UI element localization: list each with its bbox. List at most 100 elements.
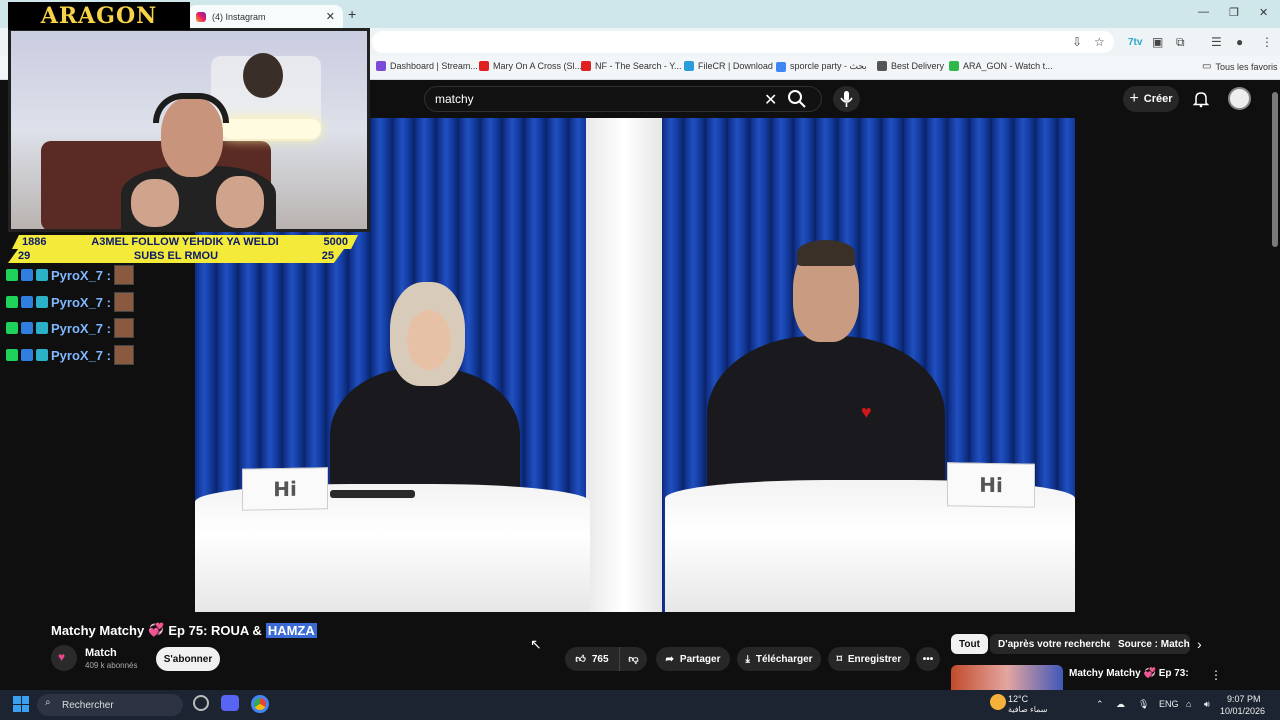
chip-source-match[interactable]: Source : Match (1110, 634, 1190, 654)
phone-on-table (330, 490, 415, 498)
subscribe-button[interactable]: S'abonner (156, 647, 220, 671)
extension-7tv-icon[interactable]: 7tv (1128, 37, 1142, 48)
share-icon: ➦ (665, 653, 674, 665)
save-button[interactable]: ⌑ Enregistrer (828, 647, 910, 671)
create-button[interactable]: + Créer (1123, 86, 1179, 112)
emote-icon (113, 318, 134, 338)
dislike-button[interactable]: 👎︎ (619, 647, 647, 671)
account-avatar[interactable] (1228, 87, 1251, 110)
chat-username: PyroX_7 : (51, 320, 111, 336)
more-actions-button[interactable]: ••• (916, 647, 940, 671)
streamer-hand-right (216, 176, 264, 228)
cloud-icon[interactable]: ☁ (1116, 699, 1125, 710)
channel-avatar[interactable]: ♥ (51, 645, 77, 671)
channel-name[interactable]: Match (85, 647, 117, 659)
browser-menu-icon[interactable]: ⋮ (1261, 35, 1273, 49)
profile-icon[interactable]: ● (1236, 35, 1243, 49)
recommended-title[interactable]: Matchy Matchy 💞 Ep 73: (1069, 668, 1189, 679)
new-tab-button[interactable]: + (348, 6, 356, 22)
bell-icon (1192, 92, 1210, 108)
emote-icon (113, 292, 134, 312)
bookmark-item[interactable]: ARA_GON - Watch t... (949, 61, 1053, 71)
bookmark-label: Best Delivery (891, 61, 945, 71)
bookmark-item[interactable]: sporcle party - بحث (776, 61, 867, 72)
taskbar-search[interactable]: ⌕ Rechercher (37, 694, 183, 716)
channel-heart-icon: ♥ (58, 650, 66, 664)
taskview-icon[interactable] (193, 695, 209, 711)
more-horizontal-icon: ••• (922, 653, 934, 665)
network-icon[interactable]: ⌂ (1186, 699, 1191, 709)
recommended-menu-icon[interactable]: ⋮ (1210, 668, 1222, 682)
chat-username: PyroX_7 : (51, 294, 111, 310)
bookmark-favicon-icon (581, 61, 591, 71)
media-controls-icon[interactable]: ☰ (1211, 35, 1222, 49)
bookmark-star-icon[interactable]: ☆ (1094, 35, 1105, 49)
streamer-hand-left (131, 179, 179, 227)
sub-badge-icon (36, 269, 48, 281)
like-count: 765 (591, 653, 609, 665)
kick-badge-icon (6, 349, 18, 361)
instagram-icon (196, 11, 206, 22)
close-window-icon[interactable]: ✕ (1259, 6, 1268, 19)
bookmark-label: sporcle party - بحث (790, 61, 867, 71)
search-input[interactable]: matchy (424, 86, 822, 112)
volume-icon[interactable]: 🔊︎ (1204, 699, 1210, 710)
follow-goal-current: 1886 (22, 236, 47, 248)
bookmark-item[interactable]: Best Delivery (877, 61, 944, 71)
recommended-title-text: Matchy Matchy 💞 Ep 73: (1069, 668, 1189, 679)
prime-badge-icon (21, 269, 33, 281)
plus-icon: + (1129, 90, 1139, 107)
create-label: Créer (1143, 93, 1173, 105)
search-button[interactable] (786, 88, 818, 110)
prime-badge-icon (21, 349, 33, 361)
bookmark-label: Dashboard | Stream... (390, 61, 478, 71)
chip-related-search[interactable]: D'après votre recherche (990, 634, 1121, 654)
sub-badge-icon (36, 296, 48, 308)
clock-date[interactable]: 10/01/2026 (1220, 706, 1265, 716)
folder-icon: ▭ (1202, 61, 1212, 72)
voice-search-button[interactable] (833, 86, 860, 112)
thumbs-up-icon: 👍︎ (575, 654, 586, 665)
bookmark-item[interactable]: Dashboard | Stream... (376, 61, 478, 71)
address-bar[interactable] (372, 31, 1114, 53)
browser-tab-instagram[interactable]: (4) Instagram ✕ (188, 5, 343, 28)
download-icon: ⤓ (745, 653, 750, 665)
mouse-cursor-icon: ↖ (530, 636, 542, 652)
chips-next-icon[interactable]: › (1197, 636, 1202, 652)
clock-time[interactable]: 9:07 PM (1227, 694, 1261, 704)
tab-close-icon[interactable]: ✕ (326, 10, 335, 23)
restore-icon[interactable]: ❐ (1229, 6, 1239, 19)
prime-badge-icon (21, 296, 33, 308)
scrollbar-thumb[interactable] (1272, 92, 1278, 247)
mic-tray-icon[interactable]: 🎙︎ (1138, 699, 1149, 710)
chat-username: PyroX_7 : (51, 347, 111, 363)
thumbs-down-icon: 👎︎ (628, 654, 639, 665)
subs-goal-current: 29 (18, 250, 31, 262)
logo-text: ARAGON (40, 3, 158, 29)
weather-temp: 12°C (1008, 694, 1029, 704)
extension-square-icon[interactable]: ▣ (1152, 35, 1163, 49)
share-button[interactable]: ➦ Partager (656, 647, 730, 671)
chrome-icon[interactable] (251, 695, 269, 713)
poster-head (243, 53, 283, 98)
discord-icon[interactable] (221, 695, 239, 711)
bookmark-item[interactable]: Mary On A Cross (Sl... (479, 61, 582, 71)
notifications-button[interactable] (1192, 90, 1210, 113)
minimize-icon[interactable]: — (1198, 6, 1209, 18)
install-app-icon[interactable]: ⇩ (1072, 35, 1082, 49)
recommended-thumbnail[interactable] (951, 665, 1063, 691)
bookmark-item[interactable]: FileCR | Download (684, 61, 773, 71)
heart-logo-icon: ♥ (861, 402, 872, 422)
download-button[interactable]: ⤓ Télécharger (737, 647, 821, 671)
tray-overflow-icon[interactable]: ⌃ (1096, 699, 1104, 710)
extensions-puzzle-icon[interactable]: ⧉ (1176, 35, 1185, 50)
language-indicator[interactable]: ENG (1159, 699, 1179, 709)
like-button[interactable]: 👍︎ 765 (565, 647, 619, 671)
windows-start-icon[interactable] (13, 696, 29, 712)
chip-all[interactable]: Tout (951, 634, 988, 654)
search-icon (788, 90, 806, 108)
bookmark-item[interactable]: NF - The Search - Y... (581, 61, 682, 71)
video-title: Matchy Matchy 💞 Ep 75: ROUA & HAMZA (51, 622, 317, 638)
clear-search-icon[interactable]: ✕ (764, 90, 777, 110)
all-bookmarks-folder[interactable]: ▭ Tous les favoris (1202, 61, 1277, 72)
